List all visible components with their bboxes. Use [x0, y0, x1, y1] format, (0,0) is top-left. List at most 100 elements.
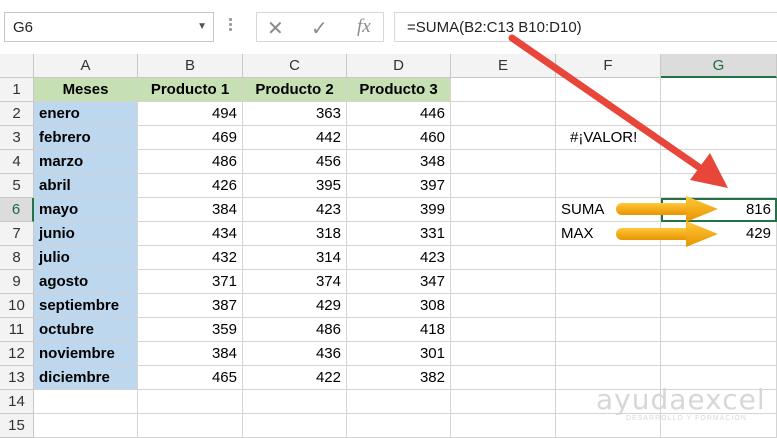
row-header-8[interactable]: 8: [0, 246, 34, 270]
row-header-3[interactable]: 3: [0, 126, 34, 150]
grid-cell[interactable]: [451, 78, 556, 102]
grid-cell[interactable]: [451, 414, 556, 438]
value-cell[interactable]: 460: [347, 126, 451, 150]
value-cell[interactable]: 429: [243, 294, 347, 318]
value-cell[interactable]: 331: [347, 222, 451, 246]
grid-cell[interactable]: [451, 222, 556, 246]
grid-cell[interactable]: [138, 414, 243, 438]
row-header-5[interactable]: 5: [0, 174, 34, 198]
value-cell[interactable]: 446: [347, 102, 451, 126]
header-cell[interactable]: Producto 2: [243, 78, 347, 102]
value-cell[interactable]: 465: [138, 366, 243, 390]
grid-cell[interactable]: [451, 102, 556, 126]
value-cell[interactable]: 423: [243, 198, 347, 222]
row-header-9[interactable]: 9: [0, 270, 34, 294]
grid-cell[interactable]: [451, 246, 556, 270]
grid-cell[interactable]: [556, 150, 661, 174]
value-cell[interactable]: 382: [347, 366, 451, 390]
grid-cell[interactable]: [451, 318, 556, 342]
value-cell[interactable]: 387: [138, 294, 243, 318]
value-cell[interactable]: 363: [243, 102, 347, 126]
grid-cell[interactable]: [661, 126, 777, 150]
row-header-15[interactable]: 15: [0, 414, 34, 438]
value-cell[interactable]: 494: [138, 102, 243, 126]
row-header-12[interactable]: 12: [0, 342, 34, 366]
max-label-cell[interactable]: MAX: [556, 222, 661, 246]
grid-cell[interactable]: [451, 366, 556, 390]
grid-cell[interactable]: [347, 390, 451, 414]
value-cell[interactable]: 426: [138, 174, 243, 198]
value-cell[interactable]: 399: [347, 198, 451, 222]
month-cell[interactable]: marzo: [34, 150, 138, 174]
grid-cell[interactable]: [661, 102, 777, 126]
value-cell[interactable]: 359: [138, 318, 243, 342]
grid-cell[interactable]: [243, 414, 347, 438]
value-cell[interactable]: 314: [243, 246, 347, 270]
value-cell[interactable]: 347: [347, 270, 451, 294]
grid-cell[interactable]: [34, 390, 138, 414]
grid-cell[interactable]: [138, 390, 243, 414]
check-icon[interactable]: ✓: [311, 16, 328, 41]
grid-cell[interactable]: [556, 78, 661, 102]
value-cell[interactable]: 397: [347, 174, 451, 198]
insert-function-button[interactable]: fx: [357, 16, 371, 38]
name-box[interactable]: G6 ▼: [4, 12, 214, 42]
column-header-b[interactable]: B: [138, 54, 243, 78]
grid-cell[interactable]: [661, 246, 777, 270]
value-cell[interactable]: 486: [243, 318, 347, 342]
value-cell[interactable]: 384: [138, 342, 243, 366]
header-cell[interactable]: Producto 1: [138, 78, 243, 102]
grid-cell[interactable]: [451, 390, 556, 414]
value-cell[interactable]: 301: [347, 342, 451, 366]
grid-cell[interactable]: [451, 174, 556, 198]
month-cell[interactable]: febrero: [34, 126, 138, 150]
grid-cell[interactable]: [556, 174, 661, 198]
formula-input[interactable]: =SUMA(B2:C13 B10:D10): [394, 12, 777, 42]
grid-cell[interactable]: [451, 294, 556, 318]
value-cell[interactable]: 318: [243, 222, 347, 246]
value-cell[interactable]: 374: [243, 270, 347, 294]
column-header-g[interactable]: G: [661, 54, 777, 78]
month-cell[interactable]: diciembre: [34, 366, 138, 390]
grid-cell[interactable]: [451, 126, 556, 150]
column-header-c[interactable]: C: [243, 54, 347, 78]
value-cell[interactable]: 422: [243, 366, 347, 390]
grid-cell[interactable]: [661, 174, 777, 198]
column-header-e[interactable]: E: [451, 54, 556, 78]
grid-cell[interactable]: [556, 102, 661, 126]
value-cell[interactable]: 371: [138, 270, 243, 294]
value-cell[interactable]: 434: [138, 222, 243, 246]
row-header-1[interactable]: 1: [0, 78, 34, 102]
row-header-6[interactable]: 6: [0, 198, 34, 222]
row-header-7[interactable]: 7: [0, 222, 34, 246]
grid-cell[interactable]: [556, 294, 661, 318]
select-all-corner[interactable]: [0, 54, 34, 78]
value-cell[interactable]: 436: [243, 342, 347, 366]
value-cell[interactable]: 469: [138, 126, 243, 150]
month-cell[interactable]: enero: [34, 102, 138, 126]
grid-cell[interactable]: [451, 342, 556, 366]
grid-cell[interactable]: [661, 270, 777, 294]
header-cell[interactable]: Producto 3: [347, 78, 451, 102]
month-cell[interactable]: octubre: [34, 318, 138, 342]
value-cell[interactable]: 308: [347, 294, 451, 318]
column-header-f[interactable]: F: [556, 54, 661, 78]
value-cell[interactable]: 395: [243, 174, 347, 198]
close-icon[interactable]: ✕: [267, 16, 284, 41]
grid-cell[interactable]: [451, 150, 556, 174]
value-cell[interactable]: 348: [347, 150, 451, 174]
month-cell[interactable]: abril: [34, 174, 138, 198]
grid-cell[interactable]: [661, 318, 777, 342]
month-cell[interactable]: agosto: [34, 270, 138, 294]
chevron-down-icon[interactable]: ▼: [197, 21, 207, 32]
value-cell[interactable]: 423: [347, 246, 451, 270]
suma-value-cell[interactable]: 816: [661, 198, 777, 222]
grid-cell[interactable]: [661, 78, 777, 102]
grid-cell[interactable]: [661, 294, 777, 318]
grid-cell[interactable]: [661, 342, 777, 366]
month-cell[interactable]: septiembre: [34, 294, 138, 318]
column-header-d[interactable]: D: [347, 54, 451, 78]
grid-cell[interactable]: [451, 198, 556, 222]
month-cell[interactable]: noviembre: [34, 342, 138, 366]
value-cell[interactable]: 486: [138, 150, 243, 174]
